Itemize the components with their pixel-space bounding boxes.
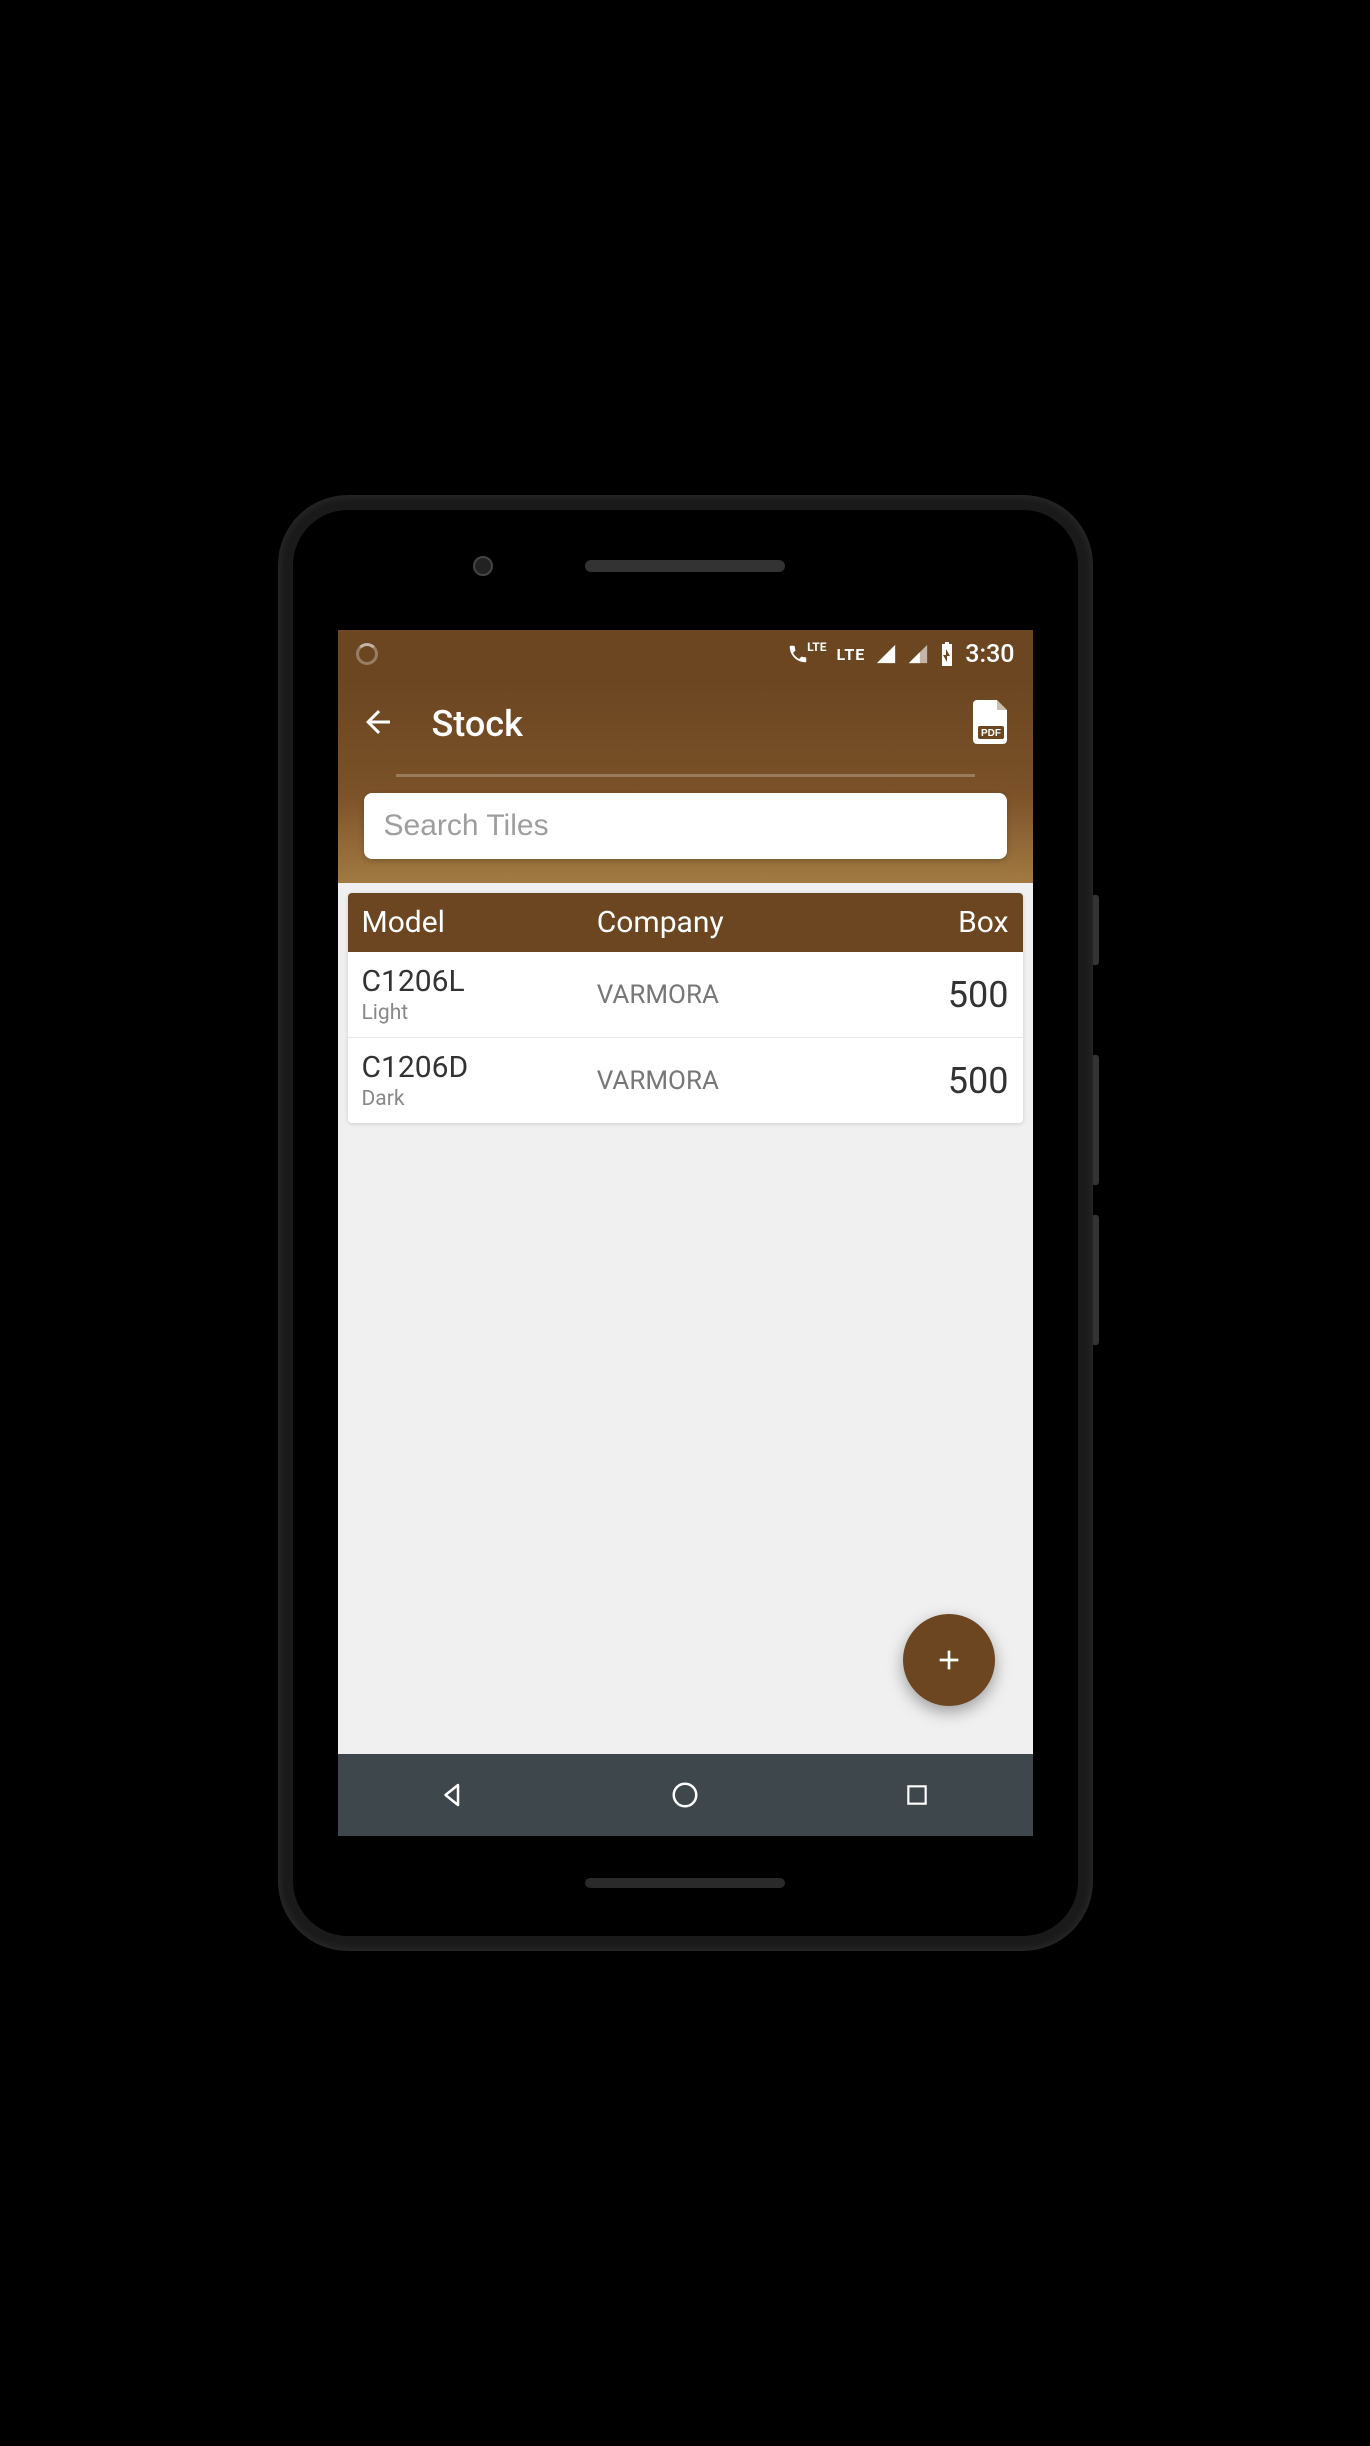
- table-header-row: Model Company Box: [348, 893, 1023, 952]
- phone-bezel: LTE LTE 3:30: [293, 510, 1078, 1936]
- screen: LTE LTE 3:30: [338, 630, 1033, 1836]
- square-recent-icon: [904, 1782, 930, 1808]
- column-header-box: Box: [861, 905, 1008, 940]
- search-input[interactable]: [384, 809, 987, 843]
- content-area: Model Company Box C1206L Light VARMORA 5…: [338, 883, 1033, 1754]
- plus-icon: [933, 1644, 965, 1676]
- back-button[interactable]: [360, 704, 396, 744]
- loading-spinner-icon: [356, 643, 378, 665]
- clock-time: 3:30: [965, 640, 1014, 669]
- nav-home-button[interactable]: [645, 1771, 725, 1819]
- stock-table: Model Company Box C1206L Light VARMORA 5…: [348, 893, 1023, 1123]
- signal-icon-secondary: [907, 643, 929, 665]
- circle-home-icon: [670, 1780, 700, 1810]
- box-quantity: 500: [861, 974, 1008, 1016]
- call-lte-icon: LTE: [787, 643, 826, 665]
- triangle-back-icon: [438, 1780, 468, 1810]
- search-box[interactable]: [364, 793, 1007, 859]
- company-name: VARMORA: [597, 1066, 862, 1096]
- table-row[interactable]: C1206L Light VARMORA 500: [348, 952, 1023, 1038]
- export-pdf-button[interactable]: PDF: [971, 700, 1011, 748]
- tab-indicator: [396, 774, 975, 777]
- table-row[interactable]: C1206D Dark VARMORA 500: [348, 1038, 1023, 1123]
- arrow-left-icon: [360, 704, 396, 740]
- company-name: VARMORA: [597, 980, 862, 1010]
- phone-bottom-speaker: [585, 1878, 785, 1888]
- battery-charging-icon: [939, 642, 955, 666]
- page-title: Stock: [432, 703, 935, 745]
- phone-frame: LTE LTE 3:30: [278, 495, 1093, 1951]
- app-header: Stock PDF: [338, 678, 1033, 883]
- phone-side-button: [1093, 1215, 1099, 1345]
- navigation-bar: [338, 1754, 1033, 1836]
- nav-back-button[interactable]: [413, 1771, 493, 1819]
- pdf-file-icon: PDF: [971, 700, 1011, 744]
- phone-side-button: [1093, 1055, 1099, 1185]
- svg-text:PDF: PDF: [981, 728, 1001, 739]
- status-bar: LTE LTE 3:30: [338, 630, 1033, 678]
- model-code: C1206L: [362, 964, 597, 999]
- model-code: C1206D: [362, 1050, 597, 1085]
- signal-icon: [875, 643, 897, 665]
- model-variant: Light: [362, 1001, 597, 1025]
- phone-side-button: [1093, 895, 1099, 965]
- column-header-company: Company: [597, 905, 862, 940]
- box-quantity: 500: [861, 1060, 1008, 1102]
- nav-recent-button[interactable]: [877, 1771, 957, 1819]
- add-stock-button[interactable]: [903, 1614, 995, 1706]
- lte-label: LTE: [836, 645, 865, 664]
- column-header-model: Model: [362, 905, 597, 940]
- phone-speaker: [585, 560, 785, 572]
- model-variant: Dark: [362, 1087, 597, 1111]
- phone-camera: [473, 556, 493, 576]
